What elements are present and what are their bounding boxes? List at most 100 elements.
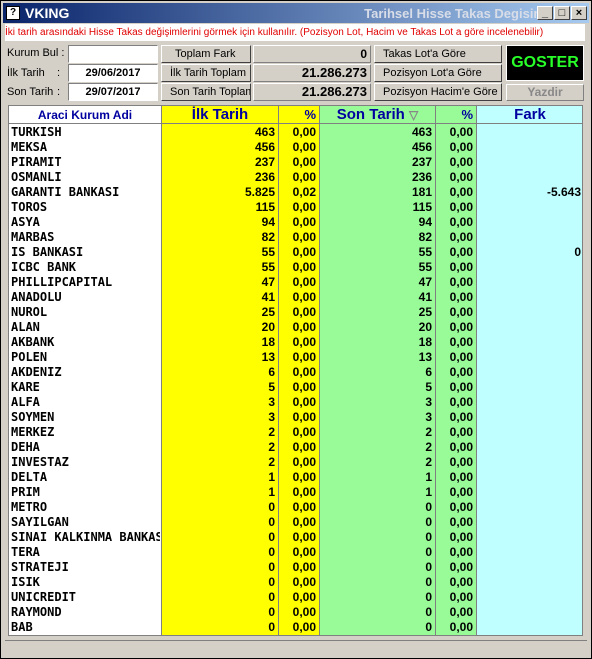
cell-pct1: 0,02 [292,185,316,199]
table-row[interactable]: ALAN 20 0,00 20 0,00 [9,320,582,335]
cell-son-tarih: 0 [425,620,432,634]
cell-fark [477,260,581,275]
cell-fark [477,485,581,500]
cell-name: AKDENIZ [11,365,62,379]
table-row[interactable]: ISIK 0 0,00 0 0,00 [9,575,582,590]
table-row[interactable]: ANADOLU 41 0,00 41 0,00 [9,290,582,305]
table-row[interactable]: METRO 0 0,00 0 0,00 [9,500,582,515]
close-button[interactable]: × [571,6,587,20]
table-row[interactable]: PRIM 1 0,00 1 0,00 [9,485,582,500]
cell-pct1: 0,00 [292,485,316,499]
header-son-tarih[interactable]: Son Tarih ▽ [320,106,435,124]
table-row[interactable]: GARANTI BANKASI 5.825 0,02 181 0,00 -5.643 [9,185,582,200]
minimize-button[interactable]: _ [537,6,553,20]
cell-fark [477,365,581,380]
results-grid[interactable]: Araci Kurum Adi İlk Tarih % Son Tarih ▽ … [8,105,583,636]
table-row[interactable]: NUROL 25 0,00 25 0,00 [9,305,582,320]
cell-fark [477,530,581,545]
cell-ilk-tarih: 5 [268,380,275,394]
table-row[interactable]: AKDENIZ 6 0,00 6 0,00 [9,365,582,380]
table-row[interactable]: MARBAS 82 0,00 82 0,00 [9,230,582,245]
pozisyon-lot-button[interactable]: Pozisyon Lot'a Göre [374,64,502,82]
cell-son-tarih: 237 [411,155,432,169]
pozisyon-hacim-button[interactable]: Pozisyon Hacim'e Göre [374,83,502,101]
cell-fark [477,425,581,440]
header-pct2[interactable]: % [436,106,476,124]
cell-pct2: 0,00 [449,620,473,634]
table-row[interactable]: SINAI KALKINMA BANKASI 0 0,00 0 0,00 [9,530,582,545]
cell-name: IS BANKASI [11,245,84,259]
cell-ilk-tarih: 18 [261,335,275,349]
kurum-bul-input[interactable] [68,45,158,63]
cell-pct2: 0,00 [449,185,473,199]
cell-pct1: 0,00 [292,470,316,484]
cell-pct2: 0,00 [449,380,473,394]
table-row[interactable]: POLEN 13 0,00 13 0,00 [9,350,582,365]
takas-lot-button[interactable]: Takas Lot'a Göre [374,45,502,63]
cell-name: MEKSA [11,140,48,154]
table-row[interactable]: DEHA 2 0,00 2 0,00 [9,440,582,455]
table-row[interactable]: PIRAMIT 237 0,00 237 0,00 [9,155,582,170]
table-row[interactable]: IS BANKASI 55 0,00 55 0,00 0 [9,245,582,260]
table-row[interactable]: TERA 0 0,00 0 0,00 [9,545,582,560]
cell-fark: 0 [574,245,581,259]
title-bar[interactable]: ? VKING Tarihsel Hisse Takas Degisim _ □… [3,3,589,23]
table-row[interactable]: KARE 5 0,00 5 0,00 [9,380,582,395]
table-row[interactable]: ICBC BANK 55 0,00 55 0,00 [9,260,582,275]
table-row[interactable]: TURKISH 463 0,00 463 0,00 [9,125,582,140]
yazdir-button[interactable]: Yazdir [506,84,584,101]
cell-pct1: 0,00 [292,155,316,169]
header-ilk-tarih[interactable]: İlk Tarih [162,106,278,124]
table-row[interactable]: DELTA 1 0,00 1 0,00 [9,470,582,485]
table-row[interactable]: MEKSA 456 0,00 456 0,00 [9,140,582,155]
table-row[interactable]: UNICREDIT 0 0,00 0 0,00 [9,590,582,605]
table-row[interactable]: OSMANLI 236 0,00 236 0,00 [9,170,582,185]
cell-pct1: 0,00 [292,410,316,424]
cell-ilk-tarih: 5.825 [244,185,275,199]
cell-pct2: 0,00 [449,155,473,169]
status-bar [5,640,587,655]
cell-pct2: 0,00 [449,530,473,544]
cell-son-tarih: 0 [425,500,432,514]
cell-name: AKBANK [11,335,55,349]
table-row[interactable]: AKBANK 18 0,00 18 0,00 [9,335,582,350]
ilk-tarih-input[interactable]: 29/06/2017 [68,64,158,82]
cell-name: DEHA [11,440,40,454]
header-name[interactable]: Araci Kurum Adi [9,106,161,124]
table-row[interactable]: BAB 0 0,00 0 0,00 [9,620,582,635]
cell-fark [477,335,581,350]
cell-pct1: 0,00 [292,575,316,589]
table-row[interactable]: ASYA 94 0,00 94 0,00 [9,215,582,230]
toplam-fark-value: 0 [253,45,371,63]
table-row[interactable]: STRATEJI 0 0,00 0 0,00 [9,560,582,575]
cell-son-tarih: 463 [411,125,432,139]
app-icon[interactable]: ? [6,6,20,20]
cell-pct1: 0,00 [292,440,316,454]
cell-fark [477,230,581,245]
header-fark[interactable]: Fark [477,106,582,124]
cell-pct2: 0,00 [449,200,473,214]
table-row[interactable]: TOROS 115 0,00 115 0,00 [9,200,582,215]
cell-fark [477,455,581,470]
ilk-tarih-toplam-label: İlk Tarih Toplam [161,64,251,82]
cell-name: POLEN [11,350,48,364]
header-pct1[interactable]: % [279,106,319,124]
table-row[interactable]: RAYMOND 0 0,00 0 0,00 [9,605,582,620]
cell-pct1: 0,00 [292,605,316,619]
table-row[interactable]: MERKEZ 2 0,00 2 0,00 [9,425,582,440]
maximize-button[interactable]: □ [554,6,570,20]
cell-fark [477,170,581,185]
table-row[interactable]: INVESTAZ 2 0,00 2 0,00 [9,455,582,470]
table-row[interactable]: SAYILGAN 0 0,00 0 0,00 [9,515,582,530]
son-tarih-input[interactable]: 29/07/2017 [68,83,158,101]
cell-fark [477,515,581,530]
table-row[interactable]: SOYMEN 3 0,00 3 0,00 [9,410,582,425]
cell-ilk-tarih: 6 [268,365,275,379]
cell-pct2: 0,00 [449,170,473,184]
cell-fark [477,410,581,425]
cell-fark [477,440,581,455]
table-row[interactable]: ALFA 3 0,00 3 0,00 [9,395,582,410]
goster-button[interactable]: GOSTER [506,45,584,81]
cell-pct2: 0,00 [449,470,473,484]
table-row[interactable]: PHILLIPCAPITAL 47 0,00 47 0,00 [9,275,582,290]
